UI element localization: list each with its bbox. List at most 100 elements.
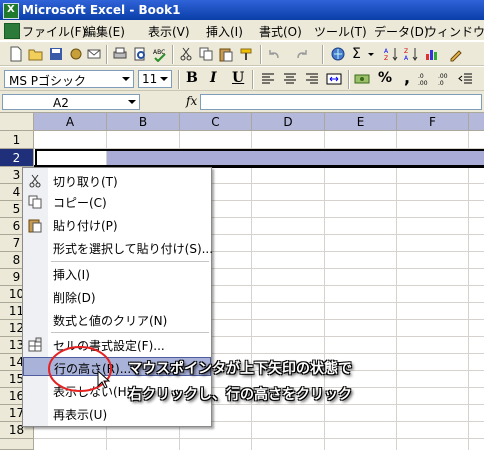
- drawing-icon[interactable]: [448, 46, 464, 62]
- gridline: [468, 131, 469, 450]
- comma-button[interactable]: ,: [404, 68, 410, 87]
- svg-text:A: A: [404, 55, 409, 62]
- row-header-19-partial[interactable]: [0, 439, 34, 450]
- standard-toolbar: ABC Σ AZ ZA: [0, 42, 484, 66]
- menu-separator: [51, 261, 209, 262]
- align-center-icon[interactable]: [282, 71, 298, 87]
- increase-decimal-icon[interactable]: .0.00: [418, 71, 434, 87]
- menu-data[interactable]: データ(D): [374, 23, 429, 40]
- menu-item-label: 挿入(I): [53, 268, 90, 282]
- menu-item-delete[interactable]: 削除(D): [23, 287, 211, 306]
- insert-function-button[interactable]: fx: [186, 94, 197, 108]
- svg-text:Z: Z: [404, 48, 408, 55]
- gridline: [34, 438, 484, 439]
- name-box[interactable]: A2: [2, 94, 140, 110]
- menu-bar: ファイル(F) 編集(E) 表示(V) 挿入(I) 書式(O) ツール(T) デ…: [0, 20, 484, 41]
- gridline: [396, 131, 397, 450]
- row-header-1[interactable]: 1: [0, 131, 34, 149]
- permission-icon[interactable]: [68, 46, 84, 62]
- chevron-down-icon[interactable]: [120, 72, 132, 86]
- menu-item-paste-special[interactable]: 形式を選択して貼り付け(S)...: [23, 238, 214, 257]
- open-folder-icon[interactable]: [28, 46, 44, 62]
- toolbar-separator: [106, 45, 108, 64]
- currency-icon[interactable]: [354, 71, 370, 87]
- formatting-toolbar: MS Pゴシック 11 B I U % , .0.00 .00.0: [0, 67, 484, 91]
- chevron-down-icon[interactable]: [125, 95, 139, 109]
- menu-tools[interactable]: ツール(T): [314, 23, 367, 40]
- column-header-b[interactable]: B: [107, 113, 180, 131]
- autosum-dropdown-icon[interactable]: [364, 46, 380, 62]
- svg-text:A: A: [384, 48, 389, 55]
- column-header-e[interactable]: E: [325, 113, 397, 131]
- menu-item-cut[interactable]: 切り取り(T): [23, 171, 211, 190]
- menu-item-label: 貼り付け(P): [53, 219, 118, 233]
- bold-button[interactable]: B: [186, 70, 198, 86]
- undo-icon[interactable]: [266, 46, 282, 62]
- menu-format[interactable]: 書式(O): [259, 23, 302, 40]
- save-icon[interactable]: [48, 46, 64, 62]
- toolbar-separator: [172, 45, 174, 64]
- menu-item-label: 形式を選択して貼り付け(S)...: [53, 242, 214, 256]
- chevron-down-icon[interactable]: [158, 72, 170, 86]
- redo-icon[interactable]: [294, 46, 310, 62]
- menu-separator: [51, 332, 209, 333]
- column-header-d[interactable]: D: [252, 113, 325, 131]
- menu-item-clear-contents[interactable]: 数式と値のクリア(N): [23, 310, 211, 329]
- menu-view[interactable]: 表示(V): [148, 23, 190, 40]
- title-bar: Microsoft Excel - Book1: [0, 0, 484, 20]
- column-header-c[interactable]: C: [180, 113, 252, 131]
- svg-text:.00: .00: [418, 80, 428, 87]
- annotation-line-1: マウスポインタが上下矢印の状態で: [128, 361, 352, 377]
- font-name-combobox[interactable]: MS Pゴシック: [4, 70, 134, 88]
- font-size-combobox[interactable]: 11: [138, 70, 172, 88]
- menu-item-copy[interactable]: コピー(C): [23, 192, 211, 211]
- excel-app-icon: [3, 3, 19, 19]
- spelling-icon[interactable]: ABC: [152, 46, 168, 62]
- sort-ascending-icon[interactable]: AZ: [384, 46, 400, 62]
- menu-item-unhide[interactable]: 再表示(U): [23, 404, 211, 423]
- menu-edit[interactable]: 編集(E): [84, 23, 125, 40]
- decrease-decimal-icon[interactable]: .00.0: [438, 71, 454, 87]
- column-header-f[interactable]: F: [397, 113, 469, 131]
- format-painter-icon[interactable]: [238, 46, 254, 62]
- decrease-indent-icon[interactable]: [458, 71, 474, 87]
- svg-text:.0: .0: [438, 80, 444, 87]
- cut-icon: [29, 174, 41, 188]
- font-name-value: MS Pゴシック: [9, 74, 87, 88]
- select-all-corner[interactable]: [0, 113, 34, 131]
- hyperlink-icon[interactable]: [330, 46, 346, 62]
- autosum-icon[interactable]: Σ: [352, 46, 361, 62]
- italic-button[interactable]: I: [210, 70, 217, 86]
- chart-wizard-icon[interactable]: [424, 46, 440, 62]
- menu-file[interactable]: ファイル(F): [22, 23, 86, 40]
- name-box-value: A2: [53, 96, 69, 110]
- column-header-a[interactable]: A: [34, 113, 107, 131]
- formula-input[interactable]: [200, 94, 482, 110]
- column-header-g-partial[interactable]: [469, 113, 484, 131]
- print-preview-icon[interactable]: [132, 46, 148, 62]
- workbook-icon[interactable]: [4, 23, 20, 39]
- new-document-icon[interactable]: [8, 46, 24, 62]
- row-header-2[interactable]: 2: [0, 149, 34, 167]
- merge-center-icon[interactable]: [326, 71, 342, 87]
- cut-icon[interactable]: [178, 46, 194, 62]
- menu-window[interactable]: ウィンドウ(W): [425, 23, 484, 40]
- svg-text:Z: Z: [384, 55, 388, 62]
- mouse-pointer-icon: [97, 370, 111, 389]
- menu-item-label: 再表示(U): [53, 408, 108, 422]
- paste-icon: [28, 219, 42, 233]
- menu-insert[interactable]: 挿入(I): [206, 23, 243, 40]
- align-right-icon[interactable]: [304, 71, 320, 87]
- email-icon[interactable]: [86, 46, 102, 62]
- menu-item-paste[interactable]: 貼り付け(P): [23, 215, 211, 234]
- menu-item-insert[interactable]: 挿入(I): [23, 264, 211, 283]
- copy-icon[interactable]: [198, 46, 214, 62]
- sort-descending-icon[interactable]: ZA: [404, 46, 420, 62]
- underline-button[interactable]: U: [232, 70, 244, 86]
- align-left-icon[interactable]: [260, 71, 276, 87]
- print-icon[interactable]: [112, 46, 128, 62]
- font-size-value: 11: [142, 72, 158, 86]
- svg-text:.0: .0: [418, 73, 424, 80]
- paste-icon[interactable]: [218, 46, 234, 62]
- percent-button[interactable]: %: [378, 70, 392, 86]
